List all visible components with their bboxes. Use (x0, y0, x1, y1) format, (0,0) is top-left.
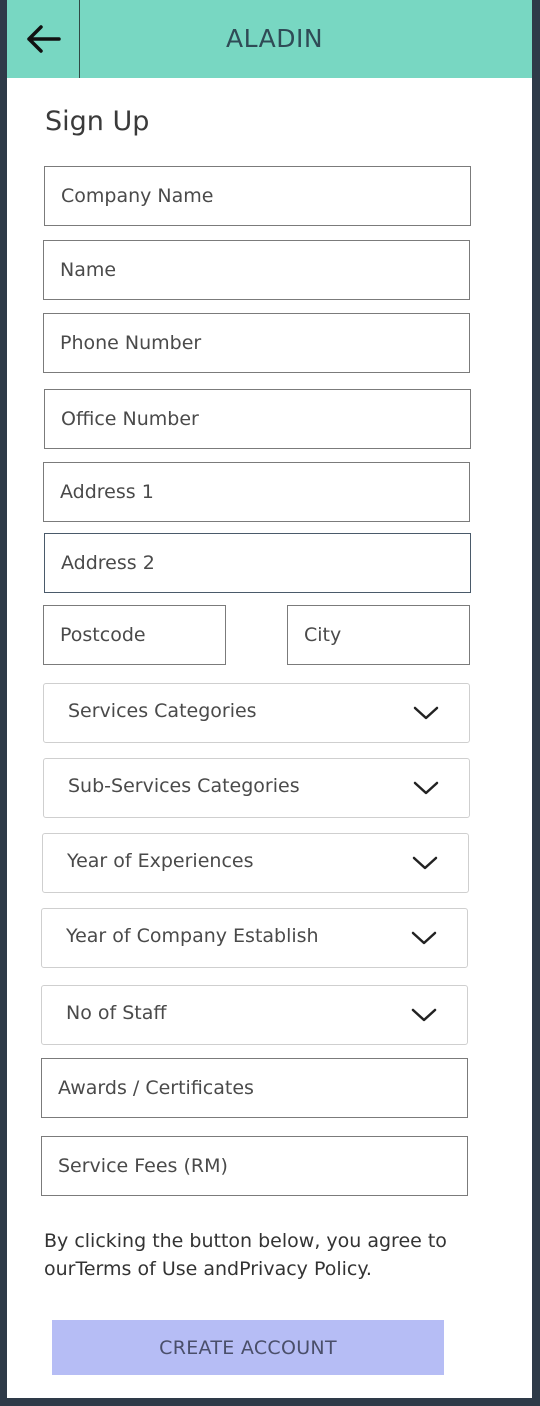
chevron-down-icon (411, 931, 437, 945)
year-of-company-establish-select[interactable]: Year of Company Establish (41, 908, 468, 968)
office-number-field[interactable] (44, 389, 471, 449)
service-fees-field[interactable] (41, 1136, 468, 1196)
sub-services-categories-label: Sub-Services Categories (68, 775, 300, 797)
service-fees-input[interactable] (42, 1137, 467, 1195)
signup-screen: ALADIN Sign Up Services Categories Sub-S… (7, 0, 532, 1398)
app-title: ALADIN (225, 24, 324, 53)
back-button[interactable] (7, 0, 79, 78)
city-field[interactable] (287, 605, 470, 665)
privacy-policy-link[interactable]: Privacy Policy (239, 1258, 366, 1280)
services-categories-label: Services Categories (68, 700, 257, 722)
year-of-company-establish-label: Year of Company Establish (66, 925, 319, 947)
create-account-button[interactable]: CREATE ACCOUNT (52, 1320, 444, 1375)
page-title: Sign Up (45, 106, 150, 137)
terms-notice: By clicking the button below, you agree … (44, 1227, 464, 1283)
no-of-staff-select[interactable]: No of Staff (41, 985, 468, 1045)
awards-certificates-field[interactable] (41, 1058, 468, 1118)
phone-number-field[interactable] (43, 313, 470, 373)
company-name-input[interactable] (45, 167, 470, 225)
services-categories-select[interactable]: Services Categories (43, 683, 470, 743)
year-of-experiences-select[interactable]: Year of Experiences (42, 833, 469, 893)
company-name-field[interactable] (44, 166, 471, 226)
chevron-down-icon (411, 1008, 437, 1022)
name-field[interactable] (43, 240, 470, 300)
chevron-down-icon (412, 856, 438, 870)
address2-input[interactable] (45, 534, 470, 592)
terms-suffix: . (365, 1258, 372, 1280)
terms-of-use-link[interactable]: Terms of Use (75, 1258, 197, 1280)
app-header: ALADIN (7, 0, 532, 78)
name-input[interactable] (44, 241, 469, 299)
header-divider (79, 0, 80, 78)
chevron-down-icon (413, 706, 439, 720)
sub-services-categories-select[interactable]: Sub-Services Categories (43, 758, 470, 818)
postcode-field[interactable] (43, 605, 226, 665)
city-input[interactable] (288, 606, 469, 664)
address2-field[interactable] (44, 533, 471, 593)
address1-input[interactable] (44, 463, 469, 521)
address1-field[interactable] (43, 462, 470, 522)
terms-middle: and (197, 1258, 240, 1280)
postcode-input[interactable] (44, 606, 225, 664)
awards-certificates-input[interactable] (42, 1059, 467, 1117)
chevron-down-icon (413, 781, 439, 795)
no-of-staff-label: No of Staff (66, 1002, 167, 1024)
phone-number-input[interactable] (44, 314, 469, 372)
office-number-input[interactable] (45, 390, 470, 448)
arrow-left-icon (27, 25, 61, 53)
year-of-experiences-label: Year of Experiences (67, 850, 254, 872)
